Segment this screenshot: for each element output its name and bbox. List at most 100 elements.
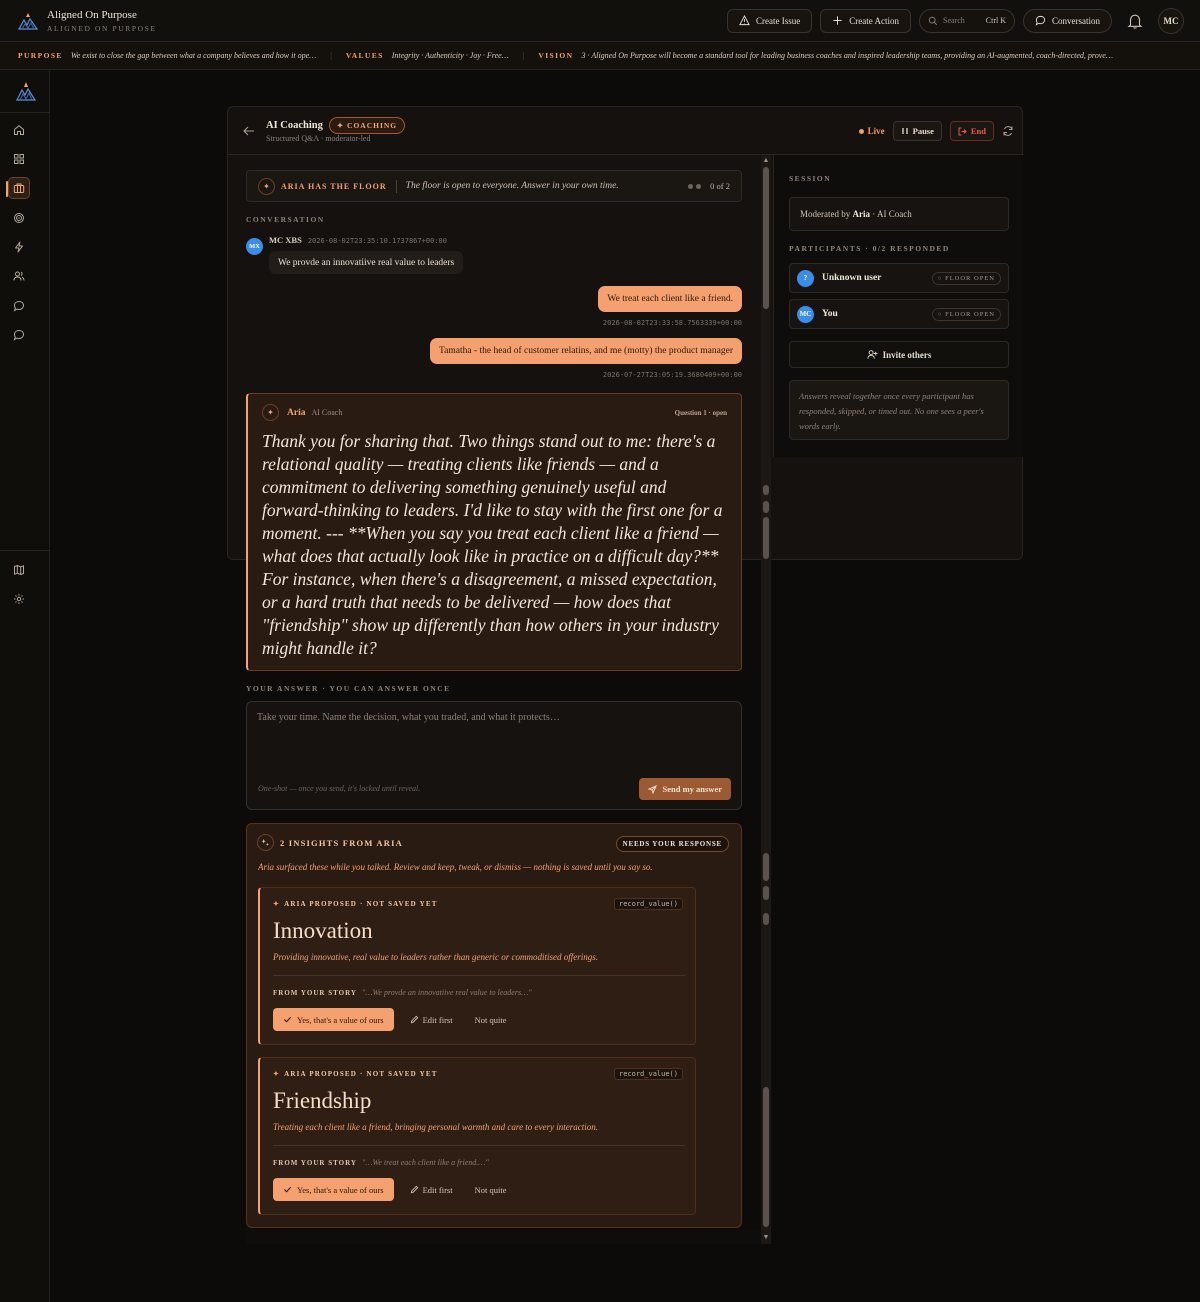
- check-icon: [283, 1186, 292, 1193]
- create-action-button[interactable]: Create Action: [820, 8, 911, 33]
- session-header: AI Coaching ✦ COACHING Structured Q&A · …: [228, 107, 1024, 155]
- sidebar-item-map[interactable]: [8, 559, 30, 581]
- end-button[interactable]: End: [949, 121, 994, 141]
- scrollbar-thumb[interactable]: [763, 913, 769, 925]
- sidebar-item-goals[interactable]: [8, 207, 30, 229]
- participant-row[interactable]: ? Unknown user ○ FLOOR OPEN: [789, 263, 1009, 293]
- send-answer-button[interactable]: Send my answer: [639, 778, 731, 800]
- edit-first-button[interactable]: Edit first: [404, 1185, 459, 1195]
- scrollbar-thumb[interactable]: [763, 1087, 769, 1227]
- app-name: Aligned On Purpose: [47, 8, 137, 21]
- reject-value-button[interactable]: Not quite: [469, 1015, 513, 1025]
- message-bubble-outgoing: We treat each client like a friend.: [598, 286, 742, 312]
- app-logo-icon: [18, 12, 38, 30]
- divider: [395, 179, 397, 193]
- coaching-badge: ✦ COACHING: [328, 117, 406, 134]
- moderated-by-label: Moderated by: [800, 209, 851, 219]
- vision-text[interactable]: 3 · Aligned On Purpose will become a sta…: [581, 51, 1112, 60]
- pencil-icon: [410, 1185, 418, 1194]
- scroll-up-arrow-icon[interactable]: ▲: [762, 156, 770, 164]
- question-status: Question 1 · open: [674, 409, 727, 417]
- message-bubble-incoming: We provde an innovatiive real value to l…: [269, 251, 464, 274]
- sidebar-item-actions[interactable]: [8, 236, 30, 258]
- story-label: FROM YOUR STORY: [273, 989, 357, 997]
- brand[interactable]: Aligned On Purpose ALIGNED ON PURPOSE: [0, 9, 420, 33]
- chat-bubble-icon: [1035, 15, 1046, 26]
- aria-question-card: ✦ Aria AI Coach Question 1 · open Thank …: [246, 393, 742, 671]
- conversation-label: Conversation: [1052, 15, 1100, 26]
- accept-value-button[interactable]: Yes, that's a value of ours: [273, 1178, 394, 1201]
- check-icon: [283, 1016, 292, 1023]
- answer-box: One-shot — once you send, it's locked un…: [246, 701, 742, 810]
- pause-button[interactable]: Pause: [892, 121, 942, 141]
- users-icon: [13, 271, 25, 281]
- sidebar-item-settings[interactable]: [8, 588, 30, 610]
- accept-value-button[interactable]: Yes, that's a value of ours: [273, 1008, 394, 1031]
- sidebar-item-home[interactable]: [8, 119, 30, 141]
- scrollbar-thumb[interactable]: [763, 853, 769, 881]
- participant-row[interactable]: MC You ○ FLOOR OPEN: [789, 299, 1009, 329]
- participant-avatar: MC: [797, 305, 814, 323]
- sidebar-item-dashboard[interactable]: [8, 148, 30, 170]
- lightning-icon: [15, 241, 23, 253]
- value-title: Friendship: [273, 1088, 372, 1113]
- value-description: Providing innovative, real value to lead…: [273, 952, 599, 962]
- create-issue-label: Create Issue: [756, 15, 801, 26]
- user-avatar[interactable]: MC: [1158, 7, 1184, 34]
- sidebar-item-chat[interactable]: [8, 295, 30, 317]
- function-tag: record_value(): [613, 1068, 683, 1080]
- sidebar-item-messages[interactable]: [8, 324, 30, 346]
- scroll-down-arrow-icon[interactable]: ▼: [762, 1233, 770, 1241]
- proposal-status: ARIA PROPOSED · NOT SAVED YET: [284, 900, 438, 908]
- accept-label: Yes, that's a value of ours: [297, 1184, 384, 1195]
- message-author: MC XBS: [269, 235, 302, 245]
- insights-title: 2 INSIGHTS FROM ARIA: [280, 837, 403, 848]
- conversation-button[interactable]: Conversation: [1023, 8, 1112, 33]
- sparkle-icon: ✦: [262, 404, 279, 421]
- ribbon-separator: |: [522, 51, 525, 60]
- needs-response-badge: NEEDS YOUR RESPONSE: [615, 836, 729, 852]
- scrollbar-thumb[interactable]: [763, 501, 769, 513]
- scrollbar-thumb[interactable]: [763, 485, 769, 495]
- values-text[interactable]: Integrity · Authenticity · Joy · Free…: [392, 51, 509, 60]
- answer-label: YOUR ANSWER · YOU CAN ANSWER ONCE: [246, 684, 451, 693]
- create-issue-button[interactable]: Create Issue: [727, 8, 813, 33]
- response-dots: [688, 183, 702, 189]
- briefcase-icon: [13, 183, 25, 193]
- sparkle-icon: ✦: [273, 900, 281, 908]
- sidebar-item-people[interactable]: [8, 265, 30, 287]
- conversation-scrollbar[interactable]: ▲ ▼: [761, 155, 771, 1244]
- purpose-text[interactable]: We exist to close the gap between what a…: [71, 51, 316, 60]
- send-label: Send my answer: [662, 784, 722, 794]
- accept-label: Yes, that's a value of ours: [297, 1014, 384, 1025]
- message-timestamp: 2026-08-02T23:35:10.1737867+00:00: [307, 237, 447, 245]
- reject-value-button[interactable]: Not quite: [469, 1185, 513, 1195]
- scrollbar-thumb[interactable]: [763, 167, 769, 309]
- plus-icon: [833, 16, 842, 25]
- edit-first-button[interactable]: Edit first: [404, 1015, 459, 1025]
- invite-others-button[interactable]: Invite others: [789, 341, 1009, 368]
- reveal-note: Answers reveal together once every parti…: [789, 380, 1009, 440]
- search-input[interactable]: Search Ctrl K: [919, 8, 1015, 33]
- live-status: Live: [859, 126, 885, 136]
- back-arrow-icon[interactable]: [242, 124, 256, 138]
- participants-label: PARTICIPANTS · 0/2 RESPONDED: [789, 244, 950, 253]
- participant-name: You: [822, 309, 838, 319]
- search-placeholder: Search: [943, 16, 965, 25]
- answer-input[interactable]: [257, 712, 733, 767]
- refresh-icon[interactable]: [1002, 125, 1014, 137]
- proposed-value-card: ✦ ARIA PROPOSED · NOT SAVED YET record_va…: [258, 887, 696, 1045]
- sidebar: [0, 70, 50, 1302]
- message-timestamp: 2026-08-02T23:33:58.7563339+00:00: [602, 319, 742, 327]
- send-icon: [648, 784, 658, 794]
- proposal-status: ARIA PROPOSED · NOT SAVED YET: [284, 1070, 438, 1078]
- sidebar-item-coaching[interactable]: [6, 177, 30, 199]
- scrollbar-thumb[interactable]: [763, 886, 769, 900]
- message-timestamp: 2026-07-27T23:05:19.3680409+00:00: [602, 371, 742, 379]
- app-logo-icon[interactable]: [16, 80, 36, 102]
- sidebar-divider: [0, 112, 50, 113]
- sparkles-icon: [257, 834, 274, 851]
- map-icon: [14, 564, 24, 576]
- bell-icon[interactable]: [1126, 12, 1144, 30]
- scrollbar-thumb[interactable]: [763, 517, 769, 559]
